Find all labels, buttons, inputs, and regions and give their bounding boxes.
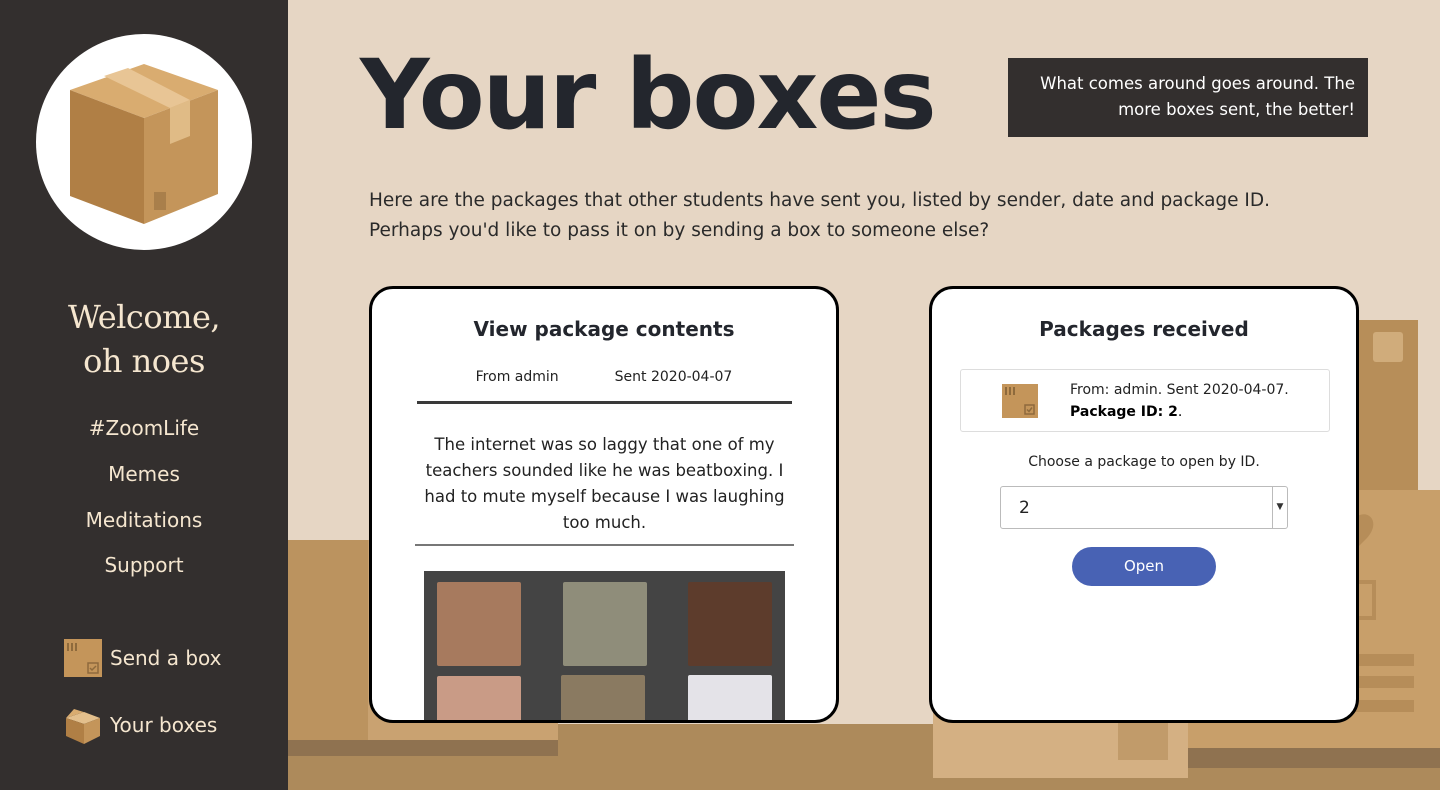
open-button[interactable]: Open	[1072, 547, 1216, 586]
view-package-card: View package contents From admin Sent 20…	[369, 286, 839, 723]
chevron-down-icon[interactable]: ▼	[1272, 487, 1287, 528]
choose-package-label: Choose a package to open by ID.	[1028, 454, 1260, 470]
meme-tile	[563, 582, 647, 666]
package-from-date: From: admin. Sent 2020-04-07.	[1070, 382, 1289, 398]
package-id-suffix: .	[1177, 404, 1183, 420]
meme-tile	[688, 675, 772, 720]
cardboard-box-icon	[70, 64, 218, 224]
welcome-line: Welcome,	[67, 298, 221, 336]
nav-meditations[interactable]: Meditations	[0, 508, 288, 532]
package-meta: From admin Sent 2020-04-07	[372, 369, 836, 385]
intro-line-2: Perhaps you'd like to pass it on by send…	[369, 220, 990, 241]
box-checked-icon	[1002, 384, 1038, 418]
package-sender: From admin	[475, 369, 559, 385]
package-id-label: Package ID: 2	[1070, 404, 1178, 420]
nav-your-boxes[interactable]: Your boxes	[64, 706, 217, 744]
meme-tile	[561, 675, 645, 720]
nav-zoomlife[interactable]: #ZoomLife	[0, 416, 288, 440]
meme-tile	[688, 582, 772, 666]
open-box-icon	[66, 709, 100, 744]
meme-tile	[437, 676, 521, 720]
packages-received-card: Packages received From: admin. Sent 2020…	[929, 286, 1359, 723]
view-package-title: View package contents	[473, 317, 735, 341]
intro-text: Here are the packages that other student…	[369, 186, 1369, 246]
nav-memes[interactable]: Memes	[0, 462, 288, 486]
divider	[417, 401, 792, 404]
nav-send-a-box-label: Send a box	[110, 646, 222, 670]
tagline-banner: What comes around goes around. The more …	[1008, 58, 1368, 137]
packages-received-title: Packages received	[1039, 317, 1249, 341]
welcome-greeting: Welcome, oh noes	[0, 295, 288, 383]
package-message: The internet was so laggy that one of my…	[424, 435, 785, 532]
package-sent-date: Sent 2020-04-07	[614, 369, 733, 385]
divider	[415, 544, 794, 546]
video-call-grid-meme-image	[424, 571, 785, 720]
sidebar: Welcome, oh noes #ZoomLife Memes Meditat…	[0, 0, 288, 790]
intro-line-1: Here are the packages that other student…	[369, 190, 1271, 211]
nav-support[interactable]: Support	[0, 553, 288, 577]
meme-tile	[437, 582, 521, 666]
list-item[interactable]: From: admin. Sent 2020-04-07. Package ID…	[960, 369, 1330, 432]
package-id: Package ID: 2.	[1070, 404, 1182, 420]
package-id-select[interactable]: 2 ▼	[1000, 486, 1288, 529]
box-checked-icon	[64, 639, 102, 677]
package-id-select-value: 2	[1019, 498, 1030, 518]
nav-send-a-box[interactable]: Send a box	[64, 639, 222, 677]
nav-your-boxes-label: Your boxes	[110, 713, 218, 737]
username: oh noes	[83, 342, 205, 380]
logo[interactable]	[36, 34, 252, 250]
page-title: Your boxes	[360, 39, 937, 151]
